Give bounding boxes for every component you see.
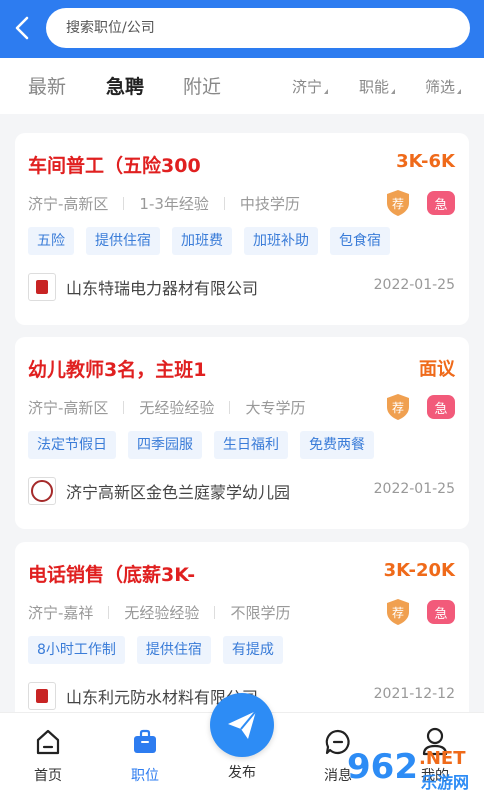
job-tag[interactable]: 加班费 — [172, 227, 232, 255]
company-logo — [28, 273, 56, 301]
post-date: 2022-01-25 — [373, 277, 455, 293]
category-tabs: 最新 急聘 附近 济宁 职能 筛选 — [0, 58, 484, 114]
briefcase-icon — [134, 729, 156, 753]
company-name: 山东特瑞电力器材有限公司 — [66, 279, 259, 298]
job-title: 车间普工（五险300 — [28, 155, 201, 177]
divider — [108, 606, 110, 619]
nav-home-label: 首页 — [34, 768, 62, 784]
tab-urgent[interactable]: 急聘 — [106, 72, 144, 99]
urgent-badge: 急 — [427, 191, 455, 215]
job-tags: 法定节假日 四季园服 生日福利 免费两餐 — [28, 431, 386, 459]
filter-more[interactable]: 筛选 — [425, 76, 462, 97]
job-location: 济宁-高新区 — [28, 399, 109, 417]
job-location: 济宁-高新区 — [28, 195, 109, 213]
company-name: 济宁高新区金色兰庭蒙学幼儿园 — [66, 483, 291, 502]
divider — [123, 401, 125, 414]
job-tags: 五险 提供住宿 加班费 加班补助 包食宿 — [28, 227, 402, 255]
filter-city-label: 济宁 — [292, 78, 323, 96]
watermark-sub: 乐游网 — [421, 773, 469, 792]
paper-plane-icon — [228, 710, 257, 739]
top-bar — [0, 0, 484, 58]
job-salary: 3K-20K — [383, 560, 455, 581]
company-logo — [28, 682, 56, 710]
back-button[interactable] — [6, 10, 38, 46]
filter-city[interactable]: 济宁 — [292, 76, 329, 97]
company-info: 山东特瑞电力器材有限公司 — [28, 273, 258, 301]
recommend-badge-icon: 荐 — [387, 599, 409, 625]
job-tag[interactable]: 加班补助 — [244, 227, 318, 255]
job-experience: 无经验经验 — [139, 399, 215, 417]
job-meta: 济宁-高新区 1-3年经验 中技学历 — [28, 193, 300, 214]
divider — [214, 606, 216, 619]
job-tag[interactable]: 提供住宿 — [136, 636, 211, 664]
watermark-suffix: .NET — [419, 748, 466, 769]
job-education: 中技学历 — [239, 195, 300, 213]
recommend-badge-text: 荐 — [392, 401, 404, 415]
recommend-badge-icon: 荐 — [387, 190, 409, 216]
filter-more-label: 筛选 — [425, 78, 456, 96]
filter-function-label: 职能 — [359, 78, 390, 96]
urgent-badge: 急 — [427, 395, 455, 419]
divider — [229, 401, 231, 414]
filter-function[interactable]: 职能 — [359, 76, 396, 97]
job-tag[interactable]: 五险 — [28, 227, 74, 255]
job-tag[interactable]: 有提成 — [222, 636, 283, 664]
watermark-brand: 962 — [347, 747, 418, 787]
search-input[interactable] — [66, 20, 470, 36]
recommend-badge-text: 荐 — [392, 606, 404, 620]
recommend-badge-text: 荐 — [392, 197, 404, 211]
urgent-badge: 急 — [427, 600, 455, 624]
home-icon — [36, 729, 60, 755]
job-tag[interactable]: 免费两餐 — [300, 431, 374, 459]
job-tag[interactable]: 8小时工作制 — [28, 636, 125, 664]
job-card[interactable]: 车间普工（五险300 3K-6K 济宁-高新区 1-3年经验 中技学历 荐 急 … — [15, 133, 469, 325]
caret-icon — [391, 89, 396, 94]
job-tag[interactable]: 法定节假日 — [28, 431, 116, 459]
caret-icon — [457, 89, 462, 94]
job-education: 大专学历 — [245, 399, 306, 417]
nav-home[interactable]: 首页 — [18, 727, 78, 785]
publish-button[interactable] — [210, 693, 274, 757]
job-experience: 无经验经验 — [124, 604, 200, 622]
divider — [223, 197, 225, 210]
job-tag[interactable]: 提供住宿 — [86, 227, 160, 255]
job-meta: 济宁-嘉祥 无经验经验 不限学历 — [28, 602, 290, 623]
tab-latest[interactable]: 最新 — [28, 72, 66, 99]
company-logo — [28, 477, 56, 505]
recommend-badge-icon: 荐 — [387, 394, 409, 420]
job-education: 不限学历 — [230, 604, 291, 622]
chevron-left-icon — [15, 16, 29, 40]
job-salary: 3K-6K — [396, 151, 455, 172]
company-info: 济宁高新区金色兰庭蒙学幼儿园 — [28, 477, 290, 505]
caret-icon — [324, 89, 329, 94]
job-tag[interactable]: 四季园服 — [128, 431, 202, 459]
job-tags: 8小时工作制 提供住宿 有提成 — [28, 636, 295, 664]
post-date: 2022-01-25 — [373, 481, 455, 497]
job-title: 电话销售（底薪3K- — [28, 564, 196, 586]
publish-label: 发布 — [228, 765, 256, 781]
job-card[interactable]: 幼儿教师3名，主班1 面议 济宁-高新区 无经验经验 大专学历 荐 急 法定节假… — [15, 337, 469, 529]
job-tag[interactable]: 生日福利 — [214, 431, 288, 459]
job-salary: 面议 — [419, 359, 455, 380]
search-bar[interactable] — [46, 8, 470, 48]
nav-jobs[interactable]: 职位 — [115, 727, 175, 785]
job-location: 济宁-嘉祥 — [28, 604, 94, 622]
job-tag[interactable]: 包食宿 — [330, 227, 390, 255]
job-meta: 济宁-高新区 无经验经验 大专学历 — [28, 397, 305, 418]
divider — [123, 197, 125, 210]
watermark-logo: 962 .NET 乐游网 — [347, 747, 469, 792]
nav-jobs-label: 职位 — [131, 768, 159, 784]
job-experience: 1-3年经验 — [139, 195, 209, 213]
post-date: 2021-12-12 — [373, 686, 455, 702]
tab-nearby[interactable]: 附近 — [183, 72, 221, 99]
job-title: 幼儿教师3名，主班1 — [28, 359, 207, 381]
